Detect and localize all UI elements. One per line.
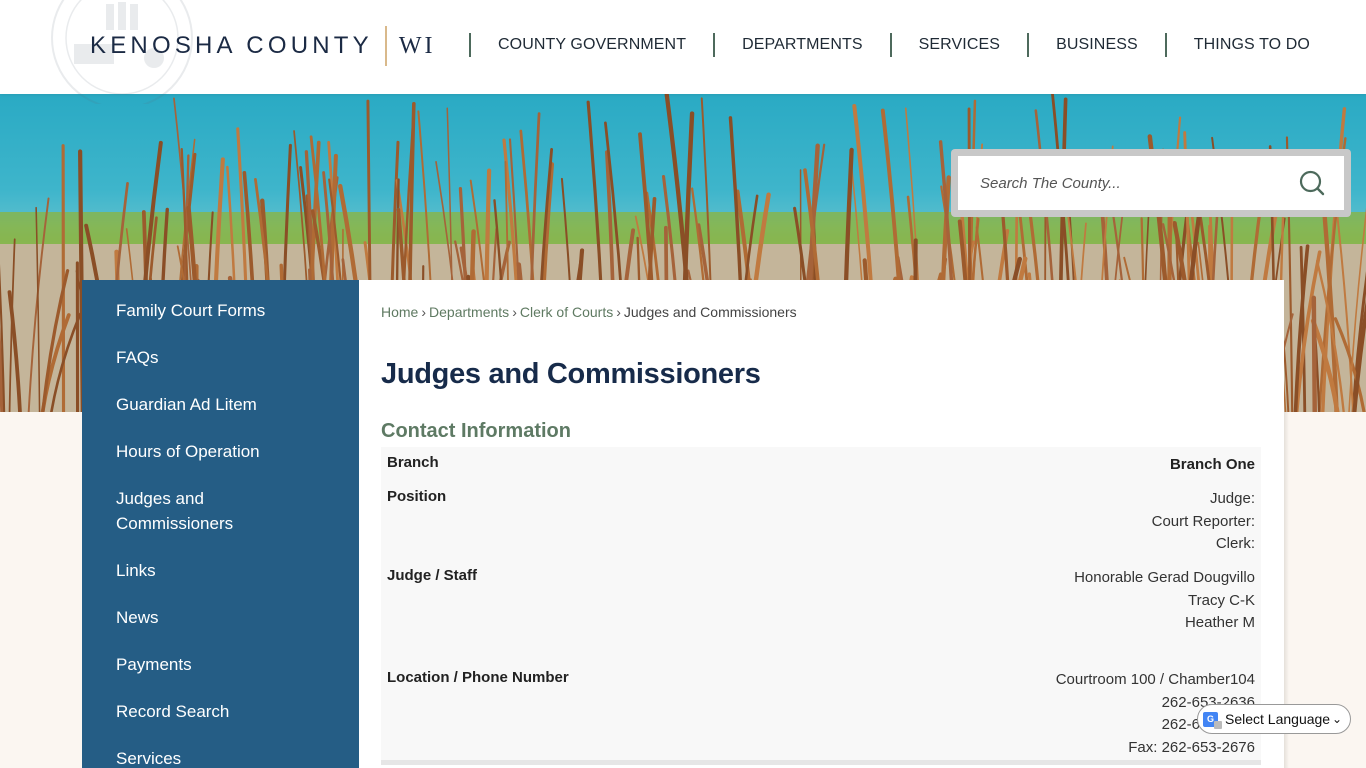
value-line: Clerk: [1215,535,1255,552]
value-line: Tracy C-K [1188,591,1255,609]
logo-name: KENOSHA COUNTY [90,32,373,59]
search-icon[interactable] [1298,169,1326,197]
value-line: Court Reporter: [1151,512,1255,530]
row-value: Honorable Gerad Dougvillo Tracy C-K Heat… [1074,567,1255,635]
section-title: Contact Information [381,420,571,442]
row-label: Location / Phone Number [387,669,569,686]
row-value: Branch One [1170,454,1255,477]
sidebar-item-family-court-forms[interactable]: Family Court Forms [82,298,359,323]
sidebar-item-record-search[interactable]: Record Search [82,699,359,724]
chevron-down-icon: ⌄ [1331,712,1342,726]
value-line: Branch One [1169,456,1255,473]
value-line: Judge: [1209,490,1255,507]
value-line: Courtroom 100 / Chamber104 [1055,671,1255,688]
sidebar-item-services[interactable]: Services [82,746,359,768]
nav-things-to-do[interactable]: THINGS TO DO [1167,36,1337,54]
sidebar-item-links[interactable]: Links [82,558,359,583]
language-select[interactable]: G Select Language ⌄ [1197,704,1351,734]
grass-blade [1311,295,1317,412]
sidebar-item-faqs[interactable]: FAQs [82,345,359,370]
search-box [951,149,1351,217]
breadcrumb-home[interactable]: Home [381,304,418,320]
sidebar-item-guardian-ad-litem[interactable]: Guardian Ad Litem [82,392,359,417]
sidebar-item-news[interactable]: News [82,605,359,630]
main-nav: COUNTY GOVERNMENT DEPARTMENTS SERVICES B… [469,33,1337,57]
row-value: Judge: Court Reporter: Clerk: [1152,488,1255,556]
sidebar-item-judges-and-commissioners[interactable]: Judges and Commissioners [82,486,312,536]
breadcrumb-separator: › [616,304,621,320]
sidebar-item-hours-of-operation[interactable]: Hours of Operation [82,439,359,464]
breadcrumb-departments[interactable]: Departments [429,304,509,320]
value-line: Honorable Gerad Dougvillo [1074,569,1255,586]
search-field-wrapper [958,156,1344,210]
site-logo[interactable]: KENOSHA COUNTY WI [90,26,436,66]
nav-county-government[interactable]: COUNTY GOVERNMENT [471,36,713,54]
row-label: Judge / Staff [387,567,478,584]
nav-business[interactable]: BUSINESS [1029,36,1165,54]
main-content: Home › Departments › Clerk of Courts › Judges … [359,280,1284,768]
fax-number: Fax: 262-653-2676 [1128,738,1255,756]
search-input[interactable] [958,156,1288,210]
logo-state: WI [398,32,436,59]
language-select-label: Select Language [1225,711,1331,727]
nav-services[interactable]: SERVICES [892,36,1027,54]
sidebar-nav: Family Court Forms FAQs Guardian Ad Lite… [82,280,359,768]
row-label: Position [387,488,447,505]
nav-departments[interactable]: DEPARTMENTS [715,36,890,54]
value-line: Heather M [1184,614,1255,631]
breadcrumb-clerk-of-courts[interactable]: Clerk of Courts [520,304,613,320]
sidebar-item-payments[interactable]: Payments [82,652,359,677]
breadcrumb-separator: › [421,304,427,320]
google-translate-icon: G [1203,711,1222,729]
breadcrumb-current: Judges and Commissioners [623,304,797,320]
site-header: KENOSHA COUNTY WI COUNTY GOVERNMENT DEPA… [0,0,1366,104]
logo-divider [384,26,387,66]
breadcrumb-separator: › [512,304,517,320]
contact-info-table: Branch Branch One Position Judge: Court … [381,447,1261,765]
row-label: Branch [387,454,439,471]
breadcrumb: Home › Departments › Clerk of Courts › Judges … [381,304,797,320]
page-title: Judges and Commissioners [381,358,761,390]
